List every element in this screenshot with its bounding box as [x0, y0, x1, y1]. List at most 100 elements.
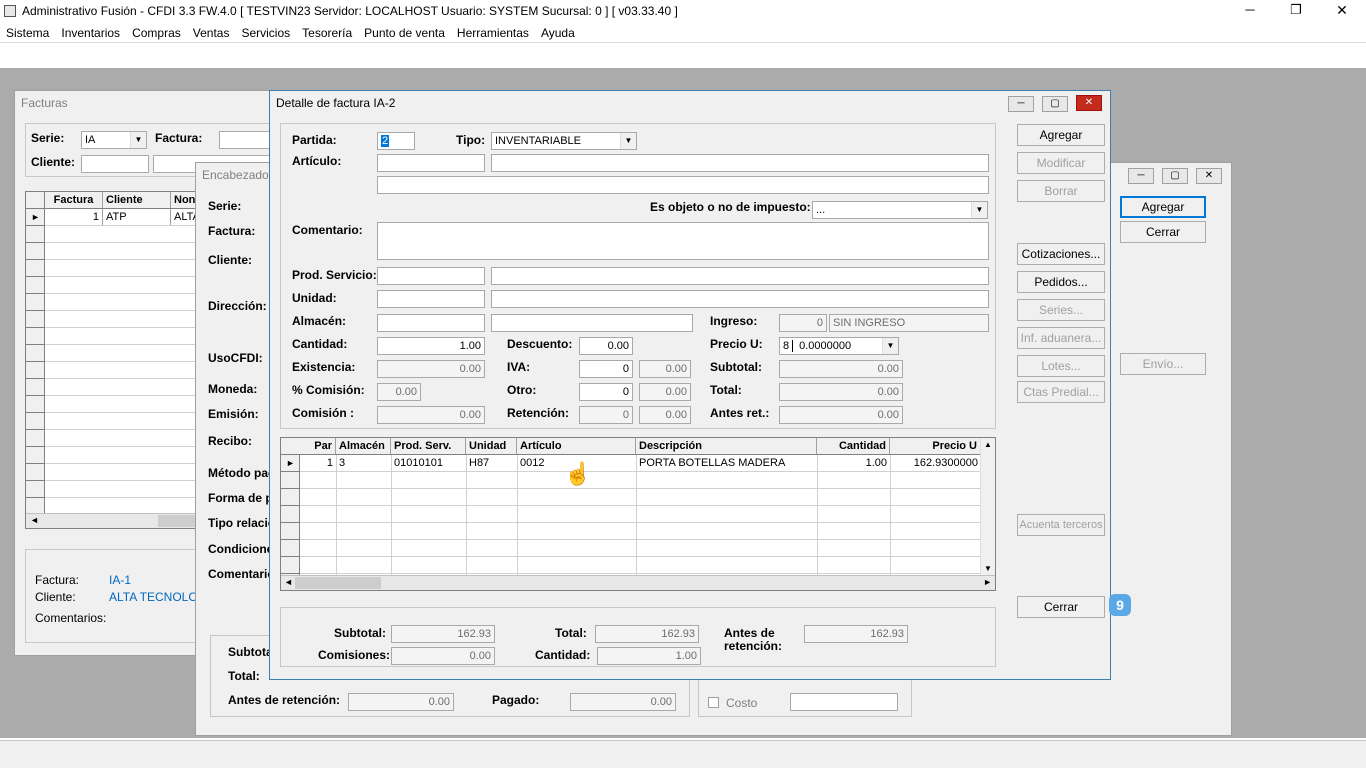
envio-button[interactable]: Envío... — [1120, 353, 1206, 375]
menu-ayuda[interactable]: Ayuda — [535, 24, 581, 42]
cantidad-input[interactable]: 1.00 — [377, 337, 485, 355]
scroll-left-icon[interactable]: ◄ — [30, 515, 39, 525]
menu-tesoreria[interactable]: Tesorería — [296, 24, 358, 42]
col-prod-serv[interactable]: Prod. Serv. — [391, 438, 466, 454]
enc-direccion-label: Dirección: — [208, 299, 267, 313]
almacen-name-input[interactable] — [491, 314, 693, 332]
modificar-button[interactable]: Modificar — [1017, 152, 1105, 174]
cell-par: 1 — [326, 457, 333, 469]
menu-inventarios[interactable]: Inventarios — [55, 24, 126, 42]
cliente-filter-input[interactable] — [81, 155, 149, 173]
scroll-thumb[interactable] — [158, 515, 198, 527]
chevron-down-icon: ▼ — [882, 338, 898, 354]
detalle-minimize-icon[interactable]: ─ — [1008, 96, 1034, 112]
cerrar-button-outer[interactable]: Cerrar — [1120, 221, 1206, 243]
prod-servicio-code-input[interactable] — [377, 267, 485, 285]
close-icon[interactable]: ✕ — [1196, 168, 1222, 184]
comentario-textarea[interactable] — [377, 222, 989, 260]
menu-ventas[interactable]: Ventas — [187, 24, 236, 42]
series-button[interactable]: Series... — [1017, 299, 1105, 321]
maximize-icon[interactable]: ▢ — [1162, 168, 1188, 184]
objeto-impuesto-select[interactable]: ... ▼ — [812, 201, 988, 219]
detalle-maximize-icon[interactable]: ▢ — [1042, 96, 1068, 112]
menu-servicios[interactable]: Servicios — [235, 24, 296, 42]
menu-compras[interactable]: Compras — [126, 24, 187, 42]
iva-label: IVA: — [507, 360, 531, 374]
scroll-thumb[interactable] — [295, 577, 381, 589]
prod-servicio-name-input[interactable] — [491, 267, 989, 285]
otro-input[interactable]: 0 — [579, 383, 633, 401]
unidad-code-input[interactable] — [377, 290, 485, 308]
partida-input[interactable]: 2 — [377, 132, 415, 150]
maximize-button[interactable]: ❐ — [1282, 2, 1310, 18]
menu-herramientas[interactable]: Herramientas — [451, 24, 535, 42]
cell-almacen: 3 — [339, 457, 346, 469]
col-articulo[interactable]: Artículo — [517, 438, 636, 454]
col-factura[interactable]: Factura — [45, 192, 103, 208]
minimize-button[interactable]: ─ — [1236, 2, 1264, 17]
col-par[interactable]: Par — [300, 438, 336, 454]
cerrar-button[interactable]: Cerrar — [1017, 596, 1105, 618]
close-button[interactable]: ✕ — [1328, 2, 1356, 19]
col-cantidad[interactable]: Cantidad — [817, 438, 890, 454]
detalle-close-icon[interactable]: ✕ — [1076, 95, 1102, 111]
enc-subtotal-label: Subtota — [228, 645, 273, 659]
app-titlebar: Administrativo Fusión - CFDI 3.3 FW.4.0 … — [0, 0, 1366, 24]
enc-serie-label: Serie: — [208, 199, 242, 213]
menu-punto-de-venta[interactable]: Punto de venta — [358, 24, 451, 42]
enc-forma-label: Forma de p — [208, 491, 273, 505]
costo-checkbox[interactable] — [708, 697, 719, 708]
tipo-select[interactable]: INVENTARIABLE ▼ — [491, 132, 637, 150]
retencion-input: 0 — [579, 406, 633, 424]
row-selector-column — [26, 192, 45, 514]
lotes-button[interactable]: Lotes... — [1017, 355, 1105, 377]
cell-cantidad: 1.00 — [865, 457, 887, 469]
col-descripcion[interactable]: Descripción — [636, 438, 817, 454]
descuento-input[interactable]: 0.00 — [579, 337, 633, 355]
inf-aduanera-button[interactable]: Inf. aduanera... — [1017, 327, 1105, 349]
pedidos-button[interactable]: Pedidos... — [1017, 271, 1105, 293]
enc-cliente-label: Cliente: — [208, 253, 253, 267]
scroll-up-icon[interactable]: ▲ — [984, 440, 992, 449]
almacen-code-input[interactable] — [377, 314, 485, 332]
detalle-grid[interactable]: Par Almacén Prod. Serv. Unidad Artículo … — [280, 437, 996, 591]
articulo-desc-input[interactable] — [377, 176, 989, 194]
costo-field[interactable] — [790, 693, 898, 711]
col-precio[interactable]: Precio U — [890, 438, 981, 454]
acuenta-terceros-button[interactable]: Acuenta terceros — [1017, 514, 1105, 536]
vertical-scrollbar[interactable]: ▲ ▼ — [980, 438, 995, 575]
iva-amount: 0.00 — [639, 360, 691, 378]
unidad-name-input[interactable] — [491, 290, 989, 308]
detalle-row-selector — [281, 455, 300, 575]
retencion-label: Retención: — [507, 406, 570, 420]
enc-total-label: Total: — [228, 669, 260, 683]
enc-pagado-field: 0.00 — [570, 693, 676, 711]
menu-sistema[interactable]: Sistema — [0, 24, 55, 42]
col-unidad[interactable]: Unidad — [466, 438, 517, 454]
cell-prod-serv: 01010101 — [394, 457, 443, 469]
ctas-predial-button[interactable]: Ctas Predial... — [1017, 381, 1105, 403]
serie-select[interactable]: IA ▼ — [81, 131, 147, 149]
scroll-down-icon[interactable]: ▼ — [984, 564, 992, 573]
existencia-label: Existencia: — [292, 360, 356, 374]
footer-cantidad-label: Cantidad: — [535, 648, 591, 662]
iva-input[interactable]: 0 — [579, 360, 633, 378]
borrar-button[interactable]: Borrar — [1017, 180, 1105, 202]
cell-descripcion: PORTA BOTELLAS MADERA — [639, 457, 786, 469]
col-almacen[interactable]: Almacén — [336, 438, 391, 454]
minimize-icon[interactable]: ─ — [1128, 168, 1154, 184]
agregar-button[interactable]: Agregar — [1017, 124, 1105, 146]
agregar-button-outer[interactable]: Agregar — [1120, 196, 1206, 218]
scroll-right-icon[interactable]: ► — [983, 577, 992, 587]
chevron-down-icon: ▼ — [971, 202, 987, 218]
articulo-code-input[interactable] — [377, 154, 485, 172]
cell-factura: 1 — [45, 209, 103, 225]
precio-select[interactable]: 8 0.0000000 ▼ — [779, 337, 899, 355]
cotizaciones-button[interactable]: Cotizaciones... — [1017, 243, 1105, 265]
table-row[interactable]: 1 3 01010101 H87 0012 PORTA BOTELLAS MAD… — [300, 455, 981, 472]
enc-tipo-relacion-label: Tipo relació — [208, 516, 276, 530]
articulo-name-input[interactable] — [491, 154, 989, 172]
horizontal-scrollbar[interactable]: ◄ ► — [281, 575, 995, 590]
scroll-left-icon[interactable]: ◄ — [284, 577, 293, 587]
col-cliente[interactable]: Cliente — [103, 192, 171, 208]
